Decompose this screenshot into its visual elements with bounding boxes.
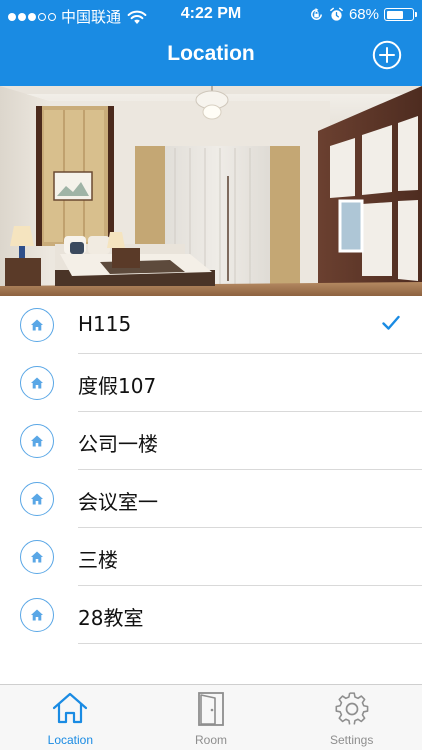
tab-label-room: Room xyxy=(195,733,228,747)
home-badge-icon xyxy=(20,424,54,458)
alarm-icon xyxy=(330,7,343,21)
checkmark-icon xyxy=(382,315,400,330)
home-badge-icon xyxy=(20,598,54,632)
home-icon xyxy=(53,692,88,724)
home-badge-icon xyxy=(20,540,54,574)
location-row[interactable]: 28教室 xyxy=(20,586,422,644)
room-banner-image xyxy=(0,86,422,296)
home-badge-icon xyxy=(20,308,54,342)
tab-label-settings: Settings xyxy=(330,733,374,747)
page-title: Location xyxy=(167,42,255,65)
home-icon xyxy=(31,319,43,331)
location-name: 28教室 xyxy=(78,606,144,630)
door-icon xyxy=(198,692,224,726)
location-list: H115 度假107 公司一楼会议室一三楼 28教室 xyxy=(0,296,422,644)
home-icon xyxy=(31,377,43,389)
rotation-lock-icon xyxy=(311,7,322,20)
status-right: 68% xyxy=(309,6,417,23)
add-location-button[interactable] xyxy=(372,40,402,70)
location-name: 公司一楼 xyxy=(78,432,158,456)
home-icon xyxy=(31,609,43,621)
location-row[interactable]: H115 xyxy=(20,296,422,354)
location-name: 会议室一 xyxy=(78,490,158,514)
home-icon xyxy=(31,551,43,563)
location-name: 度假107 xyxy=(78,374,157,398)
tab-label-location: Location xyxy=(47,733,94,747)
tab-room[interactable]: Room xyxy=(141,685,282,750)
battery-icon xyxy=(384,8,417,21)
location-row[interactable]: 三楼 xyxy=(20,528,422,586)
location-row[interactable]: 度假107 xyxy=(20,354,422,412)
home-badge-icon xyxy=(20,482,54,516)
home-icon xyxy=(31,435,43,447)
gear-icon xyxy=(335,692,369,725)
home-badge-icon xyxy=(20,366,54,400)
tab-bar: Location Room Settings xyxy=(0,684,422,750)
tab-settings[interactable]: Settings xyxy=(281,685,422,750)
home-icon xyxy=(31,493,43,505)
battery-fill xyxy=(386,10,403,19)
status-bar: 中国联通 4:22 PM 68% xyxy=(0,0,422,30)
location-name: H115 xyxy=(78,312,132,336)
tab-location[interactable]: Location xyxy=(0,685,141,750)
location-row[interactable]: 公司一楼 xyxy=(20,412,422,470)
bedroom-illustration xyxy=(0,86,422,296)
app-header: 中国联通 4:22 PM 68% Location xyxy=(0,0,422,86)
location-name: 三楼 xyxy=(78,548,118,572)
battery-percentage: 68% xyxy=(348,6,379,23)
location-row[interactable]: 会议室一 xyxy=(20,470,422,528)
